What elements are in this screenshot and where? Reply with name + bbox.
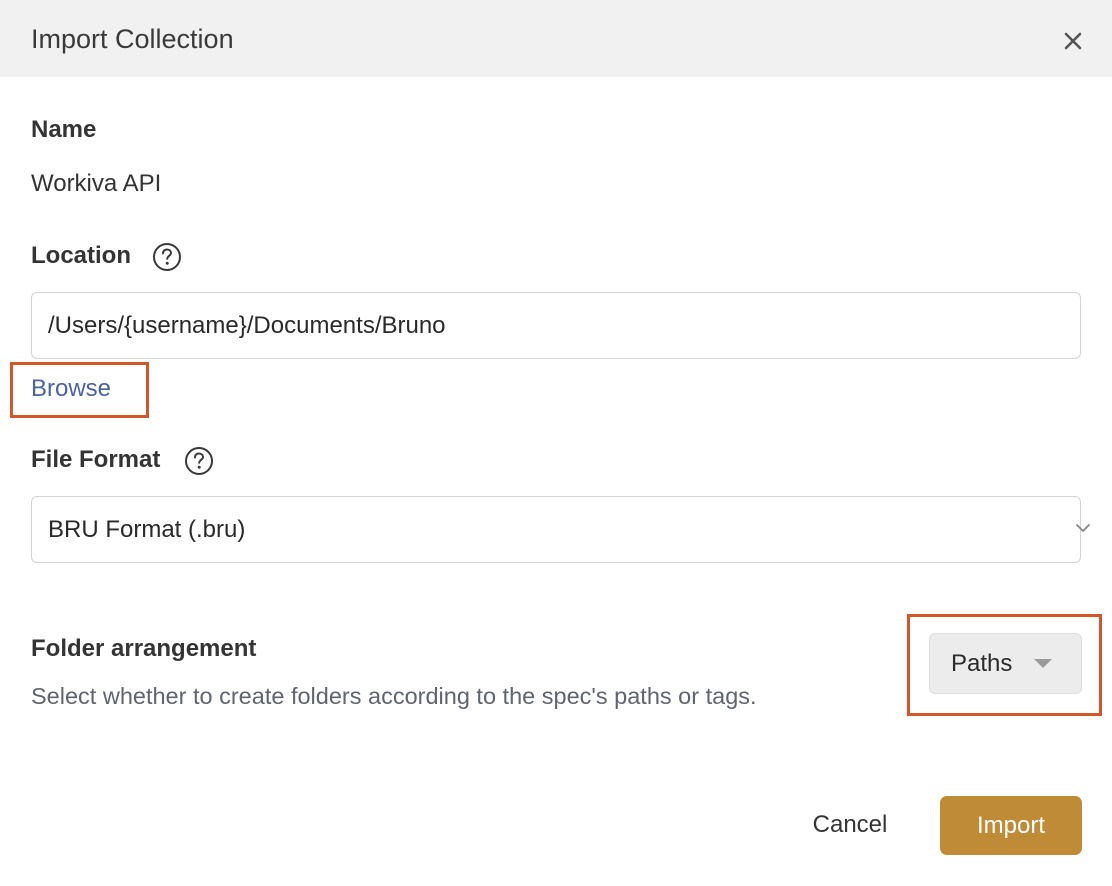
location-input[interactable]: /Users/{username}/Documents/Bruno (31, 292, 1081, 359)
location-label: Location (31, 242, 131, 269)
name-label: Name (31, 116, 97, 143)
close-button[interactable] (1058, 26, 1088, 56)
import-button[interactable]: Import (940, 796, 1082, 855)
cancel-button[interactable]: Cancel (795, 796, 905, 854)
file-format-select[interactable]: BRU Format (.bru) (31, 496, 1090, 563)
chevron-down-icon (1076, 524, 1090, 532)
folder-arrangement-selected: Paths (951, 650, 1013, 677)
file-format-selected-value: BRU Format (.bru) (48, 516, 246, 543)
collection-name-value: Workiva API (31, 170, 162, 197)
modal-header: Import Collection (0, 0, 1112, 77)
file-format-help-icon[interactable] (184, 446, 214, 476)
folder-arrangement-description: Select whether to create folders accordi… (31, 683, 757, 709)
location-input-value: /Users/{username}/Documents/Bruno (48, 312, 446, 339)
folder-arrangement-label: Folder arrangement (31, 635, 257, 662)
folder-arrangement-dropdown[interactable]: Paths (929, 633, 1082, 694)
modal-title: Import Collection (31, 24, 234, 54)
browse-link[interactable]: Browse (31, 374, 111, 404)
import-collection-modal: Import Collection Name Workiva API Locat… (0, 0, 1112, 886)
location-help-icon[interactable] (152, 242, 182, 272)
caret-down-icon (1034, 659, 1052, 668)
file-format-label: File Format (31, 446, 161, 473)
close-icon (1064, 32, 1082, 50)
